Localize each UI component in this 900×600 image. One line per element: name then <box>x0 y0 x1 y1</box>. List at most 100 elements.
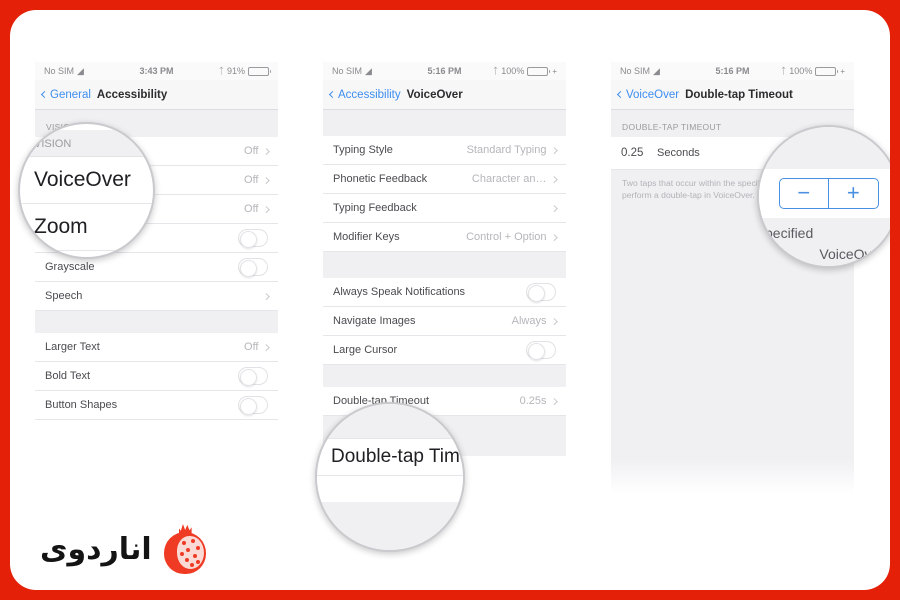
section-gap <box>323 110 566 136</box>
row-value: Standard Typing <box>466 144 547 156</box>
magnifier-loupe-stepper: − + pecified VoiceOver <box>757 125 890 268</box>
brand-logo: اناردوی <box>40 524 206 574</box>
row-value: Control + Option <box>466 231 547 243</box>
section-gap <box>323 252 566 278</box>
row-value: Off <box>244 145 259 157</box>
row-larger-text[interactable]: Larger Text Off <box>35 333 278 362</box>
loupe-content: − + pecified VoiceOver <box>759 127 890 266</box>
row-speech[interactable]: Speech <box>35 282 278 311</box>
row-label: Typing Style <box>333 144 393 156</box>
chevron-left-icon <box>616 90 625 99</box>
toggle-button-shapes[interactable] <box>238 396 268 415</box>
row-bold-text[interactable]: Bold Text <box>35 362 278 391</box>
chevron-right-icon <box>550 175 557 183</box>
loupe-row-double-tap-timeout[interactable]: Double-tap Time <box>317 438 463 476</box>
toggle-invert-colors[interactable] <box>238 229 268 248</box>
battery-icon <box>815 66 839 76</box>
back-button-label: VoiceOver <box>626 88 680 101</box>
page-title: Double-tap Timeout <box>685 88 793 101</box>
chevron-right-icon <box>550 233 557 241</box>
row-label: Large Cursor <box>333 344 398 356</box>
row-value: Character an… <box>471 173 547 185</box>
toggle-grayscale[interactable] <box>238 258 268 277</box>
battery-label: 100% <box>501 66 525 76</box>
red-border-frame: No SIM ◢ 3:43 PM ᛏ 91% General Accessibi… <box>0 0 900 600</box>
toggle-bold-text[interactable] <box>238 367 268 386</box>
row-accessory: Always <box>512 315 557 327</box>
timeout-unit: Seconds <box>657 147 700 159</box>
status-bar-right: ᛏ 100% + <box>493 66 557 76</box>
row-accessory: Standard Typing <box>466 144 557 156</box>
section-gap <box>35 311 278 333</box>
loupe-row-voiceover[interactable]: VoiceOver <box>20 157 153 204</box>
row-value: Off <box>244 203 259 215</box>
brand-name: اناردوی <box>40 531 152 567</box>
back-button-general[interactable]: General <box>40 88 91 101</box>
row-accessory <box>238 229 268 248</box>
row-label: Larger Text <box>45 341 100 353</box>
bluetooth-icon: ᛏ <box>492 65 499 76</box>
battery-icon <box>248 66 271 76</box>
back-button-accessibility[interactable]: Accessibility <box>328 88 401 101</box>
row-label: Grayscale <box>45 261 95 273</box>
back-button-label: General <box>50 88 91 101</box>
chevron-right-icon <box>550 397 557 405</box>
row-large-cursor[interactable]: Large Cursor <box>323 336 566 365</box>
battery-label: 100% <box>789 66 813 76</box>
loupe-footnote-line-1: pecified <box>765 224 814 241</box>
row-label: Modifier Keys <box>333 231 400 243</box>
row-phonetic-feedback[interactable]: Phonetic Feedback Character an… <box>323 165 566 194</box>
toggle-large-cursor[interactable] <box>526 341 556 360</box>
page-title: VoiceOver <box>406 88 463 101</box>
toggle-always-speak-notifications[interactable] <box>526 283 556 302</box>
back-button-voiceover[interactable]: VoiceOver <box>616 88 680 101</box>
stepper-control-magnified[interactable]: − + <box>778 177 879 209</box>
row-accessory: Off <box>244 203 269 215</box>
row-always-speak-notifications[interactable]: Always Speak Notifications <box>323 278 566 307</box>
status-bar-right: ᛏ 100% + <box>781 66 845 76</box>
chevron-right-icon <box>262 176 269 184</box>
row-value: Off <box>244 174 259 186</box>
row-label: Phonetic Feedback <box>333 173 428 185</box>
loupe-stepper-area: − + <box>759 168 890 218</box>
status-bar: No SIM ◢ 3:43 PM ᛏ 91% <box>35 62 278 80</box>
loupe-section-header: VISION <box>20 130 153 157</box>
row-accessory <box>526 283 556 302</box>
row-navigate-images[interactable]: Navigate Images Always <box>323 307 566 336</box>
section-gap <box>323 365 566 387</box>
row-accessory: Off <box>244 341 269 353</box>
magnifier-loupe-double-tap-time: Double-tap Time <box>315 402 465 552</box>
chevron-right-icon <box>262 292 269 300</box>
charging-icon: + <box>552 66 557 76</box>
row-button-shapes[interactable]: Button Shapes <box>35 391 278 420</box>
row-label: Button Shapes <box>45 399 118 411</box>
status-bar: No SIM ◢ 5:16 PM ᛏ 100% + <box>323 62 566 80</box>
row-accessory: Character an… <box>471 173 557 185</box>
chevron-right-icon <box>550 317 557 325</box>
row-typing-feedback[interactable]: Typing Feedback <box>323 194 566 223</box>
row-modifier-keys[interactable]: Modifier Keys Control + Option <box>323 223 566 252</box>
chevron-left-icon <box>328 90 337 99</box>
loupe-footnote-line-2: VoiceOver <box>819 246 884 263</box>
row-accessory <box>526 341 556 360</box>
loupe-row-zoom[interactable]: Zoom <box>20 204 153 251</box>
row-accessory: Control + Option <box>466 231 557 243</box>
back-button-label: Accessibility <box>338 88 401 101</box>
page-title: Accessibility <box>96 88 168 101</box>
row-label: Navigate Images <box>333 315 416 327</box>
nav-bar: VoiceOver Double-tap Timeout <box>611 80 854 110</box>
row-accessory <box>238 367 268 386</box>
row-accessory: Off <box>244 174 269 186</box>
loupe-content: VISION VoiceOver Zoom <box>20 124 153 257</box>
chevron-left-icon <box>40 90 49 99</box>
row-typing-style[interactable]: Typing Style Standard Typing <box>323 136 566 165</box>
stepper-decrement-button[interactable]: − <box>780 179 829 208</box>
row-accessory: 0.25s <box>520 395 557 407</box>
battery-label: 91% <box>226 66 245 76</box>
row-accessory <box>238 258 268 277</box>
timeout-value: 0.25 <box>621 147 644 159</box>
stepper-increment-button[interactable]: + <box>828 178 878 208</box>
row-value: Off <box>244 341 259 353</box>
chevron-right-icon <box>550 146 557 154</box>
row-label: Bold Text <box>45 370 91 382</box>
